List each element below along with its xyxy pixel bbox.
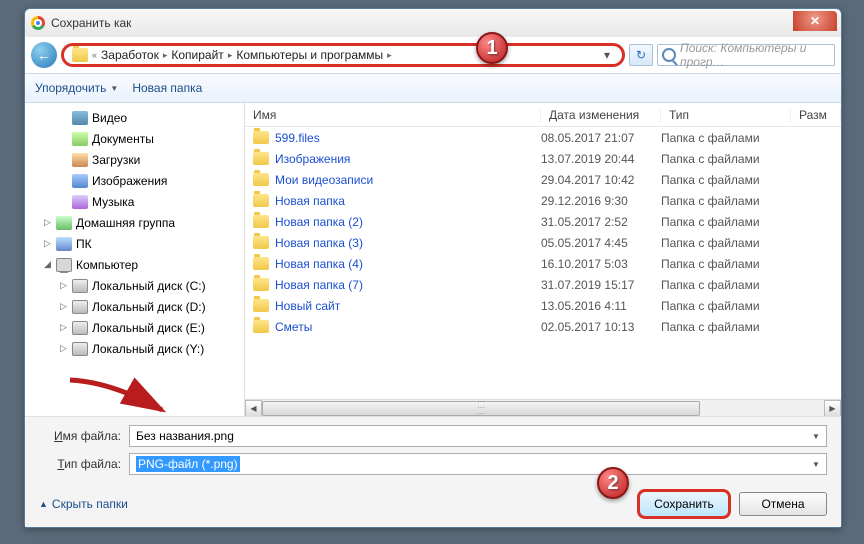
bottom-panel: Имя файла: Без названия.png ▼ Тип файла:…	[25, 416, 841, 527]
tree-icon	[72, 153, 88, 167]
tree-item[interactable]: ▷Локальный диск (C:)	[25, 275, 244, 296]
folder-icon	[253, 257, 269, 270]
annotation-2: 2	[597, 467, 629, 499]
search-input[interactable]: Поиск: Компьютеры и прогр…	[657, 44, 835, 66]
filetype-label: Тип файла:	[39, 457, 129, 471]
breadcrumb[interactable]: « Заработок ▸ Копирайт ▸ Компьютеры и пр…	[61, 43, 625, 67]
file-list: Имя Дата изменения Тип Разм 599.files08.…	[245, 103, 841, 416]
filename-label: Имя файла:	[39, 429, 129, 443]
search-icon	[662, 48, 676, 62]
tree-icon	[72, 279, 88, 293]
tree-item[interactable]: Загрузки	[25, 149, 244, 170]
horizontal-scrollbar[interactable]: ◀ ▶	[245, 399, 841, 416]
file-row[interactable]: Изображения13.07.2019 20:44Папка с файла…	[245, 148, 841, 169]
tree-item[interactable]: Изображения	[25, 170, 244, 191]
tree-icon	[56, 237, 72, 251]
save-dialog: Сохранить как ✕ ← « Заработок ▸ Копирайт…	[24, 8, 842, 528]
filetype-dropdown[interactable]: PNG-файл (*.png) ▼	[129, 453, 827, 475]
dialog-body: ВидеоДокументыЗагрузкиИзображенияМузыка▷…	[25, 103, 841, 416]
tree-item[interactable]: ▷Локальный диск (D:)	[25, 296, 244, 317]
titlebar: Сохранить как ✕	[25, 9, 841, 37]
column-headers: Имя Дата изменения Тип Разм	[245, 103, 841, 127]
col-name[interactable]: Имя	[245, 108, 541, 122]
toolbar: Упорядочить▼ Новая папка	[25, 73, 841, 103]
organize-button[interactable]: Упорядочить▼	[35, 81, 118, 95]
folder-icon	[253, 320, 269, 333]
new-folder-button[interactable]: Новая папка	[132, 81, 202, 95]
refresh-button[interactable]: ↻	[629, 44, 653, 66]
cancel-button[interactable]: Отмена	[739, 492, 827, 516]
save-button[interactable]: Сохранить	[637, 489, 731, 519]
tree-item[interactable]: ▷Локальный диск (E:)	[25, 317, 244, 338]
file-row[interactable]: Новая папка (4)16.10.2017 5:03Папка с фа…	[245, 253, 841, 274]
tree-icon	[72, 321, 88, 335]
breadcrumb-item[interactable]: Заработок	[101, 48, 159, 62]
chrome-icon	[31, 16, 45, 30]
folder-icon	[253, 299, 269, 312]
nav-row: ← « Заработок ▸ Копирайт ▸ Компьютеры и …	[25, 37, 841, 73]
folder-icon	[253, 278, 269, 291]
tree-icon	[72, 111, 88, 125]
folder-icon	[253, 131, 269, 144]
tree-icon	[72, 342, 88, 356]
tree-item[interactable]: ▷Домашняя группа	[25, 212, 244, 233]
chevron-down-icon[interactable]: ▼	[808, 456, 824, 472]
file-row[interactable]: Новая папка29.12.2016 9:30Папка с файлам…	[245, 190, 841, 211]
file-row[interactable]: Новая папка (3)05.05.2017 4:45Папка с фа…	[245, 232, 841, 253]
annotation-1: 1	[476, 32, 508, 64]
filename-input[interactable]: Без названия.png ▼	[129, 425, 827, 447]
annotation-arrow	[62, 372, 182, 427]
file-rows[interactable]: 599.files08.05.2017 21:07Папка с файлами…	[245, 127, 841, 399]
folder-icon	[72, 48, 88, 62]
file-row[interactable]: Новая папка (2)31.05.2017 2:52Папка с фа…	[245, 211, 841, 232]
scroll-left-button[interactable]: ◀	[245, 400, 262, 417]
breadcrumb-item[interactable]: Компьютеры и программы	[236, 48, 383, 62]
file-row[interactable]: Новый сайт13.05.2016 4:11Папка с файлами	[245, 295, 841, 316]
tree-item[interactable]: Видео	[25, 107, 244, 128]
tree-item[interactable]: Музыка	[25, 191, 244, 212]
col-size[interactable]: Разм	[791, 108, 841, 122]
tree-icon	[72, 195, 88, 209]
col-date[interactable]: Дата изменения	[541, 108, 661, 122]
file-row[interactable]: Сметы02.05.2017 10:13Папка с файлами	[245, 316, 841, 337]
tree-item[interactable]: ▷ПК	[25, 233, 244, 254]
folder-icon	[253, 215, 269, 228]
breadcrumb-dropdown[interactable]: ▾	[600, 48, 614, 62]
scroll-thumb[interactable]	[262, 401, 700, 416]
breadcrumb-item[interactable]: Копирайт	[171, 48, 223, 62]
col-type[interactable]: Тип	[661, 108, 791, 122]
tree-icon	[72, 174, 88, 188]
tree-item[interactable]: ▷Локальный диск (Y:)	[25, 338, 244, 359]
folder-icon	[253, 194, 269, 207]
file-row[interactable]: 599.files08.05.2017 21:07Папка с файлами	[245, 127, 841, 148]
tree-icon	[56, 216, 72, 230]
file-row[interactable]: Мои видеозаписи29.04.2017 10:42Папка с ф…	[245, 169, 841, 190]
window-title: Сохранить как	[51, 16, 131, 30]
tree-icon	[72, 132, 88, 146]
tree-icon	[72, 300, 88, 314]
tree-icon	[56, 258, 72, 272]
chevron-down-icon[interactable]: ▼	[808, 428, 824, 444]
folder-tree[interactable]: ВидеоДокументыЗагрузкиИзображенияМузыка▷…	[25, 103, 245, 416]
back-button[interactable]: ←	[31, 42, 57, 68]
scroll-right-button[interactable]: ▶	[824, 400, 841, 417]
hide-folders-toggle[interactable]: ▲Скрыть папки	[39, 497, 128, 511]
folder-icon	[253, 173, 269, 186]
folder-icon	[253, 236, 269, 249]
tree-item[interactable]: ◢Компьютер	[25, 254, 244, 275]
file-row[interactable]: Новая папка (7)31.07.2019 15:17Папка с ф…	[245, 274, 841, 295]
close-button[interactable]: ✕	[793, 11, 837, 31]
folder-icon	[253, 152, 269, 165]
tree-item[interactable]: Документы	[25, 128, 244, 149]
